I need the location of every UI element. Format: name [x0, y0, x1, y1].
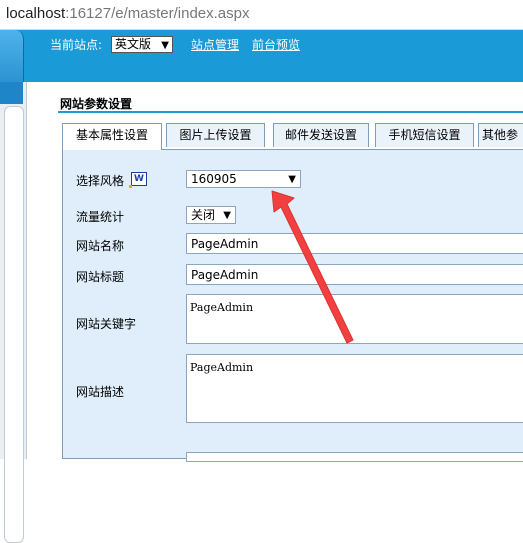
tab-sms-settings[interactable]: 手机短信设置 [375, 123, 474, 147]
site-manage-link[interactable]: 站点管理 [191, 36, 239, 53]
site-name-label: 网站名称 [76, 239, 125, 253]
site-keywords-textarea[interactable]: PageAdmin [186, 294, 523, 344]
address-bar[interactable]: localhost:16127/e/master/index.aspx [0, 0, 523, 30]
dropdown-arrow-icon: ▼ [223, 210, 231, 221]
tab-basic-settings[interactable]: 基本属性设置 [62, 123, 162, 150]
traffic-stats-select[interactable]: 关闭 ▼ [186, 206, 236, 224]
dropdown-arrow-icon: ▼ [288, 174, 296, 185]
next-field-input[interactable] [186, 452, 523, 462]
url-text: localhost:16127/e/master/index.aspx [6, 5, 250, 22]
traffic-stats-label: 流量统计 [76, 210, 125, 224]
dropdown-arrow-icon: ▼ [161, 40, 169, 51]
left-sidebar-panel [4, 106, 24, 543]
front-preview-link[interactable]: 前台预览 [252, 36, 300, 53]
site-name-input[interactable]: PageAdmin [186, 233, 523, 254]
site-description-label: 网站描述 [76, 385, 125, 399]
site-keywords-label: 网站关键字 [76, 317, 137, 331]
site-title-input[interactable]: PageAdmin [186, 264, 523, 285]
panel-title: 网站参数设置 [60, 97, 133, 111]
site-description-textarea[interactable]: PageAdmin [186, 354, 523, 423]
site-title-label: 网站标题 [76, 270, 125, 284]
left-sidebar [0, 82, 27, 543]
left-nav-tab-lower[interactable] [0, 82, 23, 104]
tab-email-settings[interactable]: 邮件发送设置 [273, 123, 369, 147]
site-select[interactable]: 英文版 ▼ [111, 36, 173, 53]
style-preview-icon[interactable]: W [129, 172, 147, 188]
style-label: 选择风格 [76, 174, 125, 188]
tab-image-upload[interactable]: 图片上传设置 [166, 123, 265, 147]
tab-other-settings[interactable]: 其他参 [478, 123, 523, 147]
style-select[interactable]: 160905 ▼ [186, 170, 301, 188]
current-site-label: 当前站点: [50, 38, 103, 52]
